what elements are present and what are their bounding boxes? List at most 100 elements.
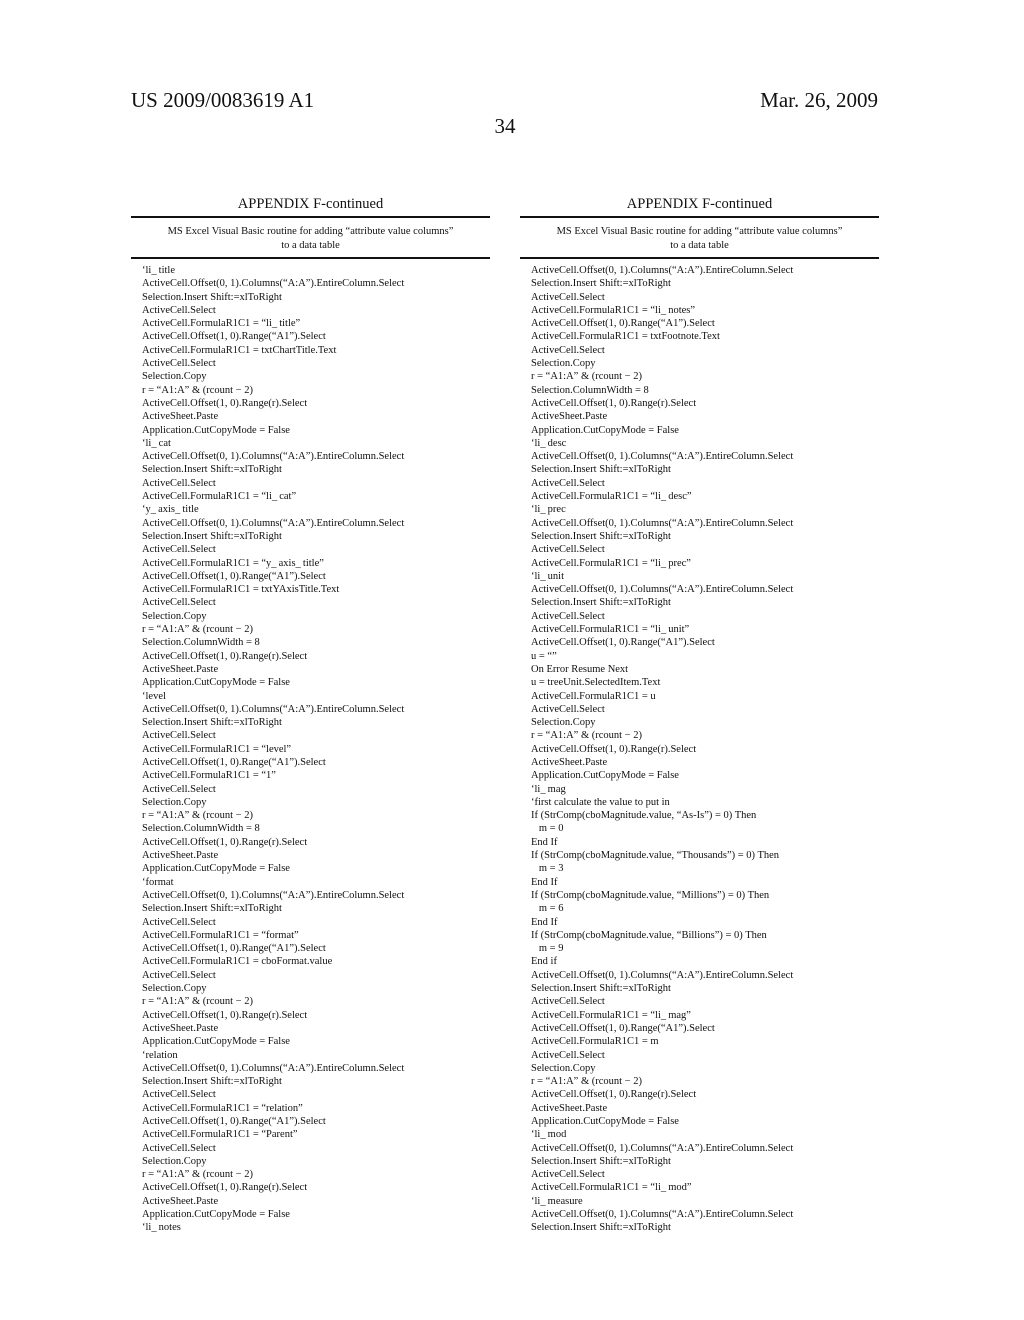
code-line: ‘li_ prec: [531, 504, 566, 516]
code-line: End if: [531, 956, 557, 968]
code-line: Application.CutCopyMode = False: [142, 863, 290, 875]
code-line: ActiveCell.Offset(1, 0).Range(r).Select: [142, 1182, 308, 1194]
code-line: Selection.Copy: [531, 358, 596, 370]
code-line: ActiveCell.FormulaR1C1 = “1”: [142, 770, 276, 782]
code-line: ‘li_ unit: [531, 570, 565, 582]
code-line: ActiveCell.Offset(0, 1).Columns(“A:A”).E…: [142, 703, 405, 715]
code-line: Selection.Insert Shift:=xlToRight: [142, 530, 282, 542]
code-line: ActiveCell.Offset(1, 0).Range(r).Select: [531, 743, 697, 755]
table-caption-line: to a data table: [670, 240, 729, 251]
code-line: ActiveCell.FormulaR1C1 = “li_ unit”: [531, 624, 690, 636]
code-line: ActiveCell.FormulaR1C1 = “format”: [142, 929, 299, 941]
code-line: r = “A1:A” & (rcount − 2): [142, 1169, 253, 1181]
code-line: Selection.Insert Shift:=xlToRight: [531, 597, 671, 609]
code-line: ActiveSheet.Paste: [142, 663, 219, 675]
code-line: m = 6: [531, 903, 564, 915]
code-line: Selection.ColumnWidth = 8: [142, 637, 260, 649]
code-line: ActiveCell.Select: [531, 477, 605, 489]
code-line: Selection.Insert Shift:=xlToRight: [531, 1155, 671, 1167]
code-line: ActiveCell.Select: [531, 1169, 605, 1181]
code-line: Selection.Insert Shift:=xlToRight: [142, 1076, 282, 1088]
appendix-title: APPENDIX F-continued: [626, 196, 773, 212]
code-line: ActiveCell.Offset(1, 0).Range(r).Select: [531, 397, 697, 409]
code-line: ActiveCell.Offset(0, 1).Columns(“A:A”).E…: [142, 278, 405, 290]
code-line: ‘li_ desc: [531, 437, 567, 449]
code-line: ActiveSheet.Paste: [142, 1022, 219, 1034]
code-line: ActiveCell.FormulaR1C1 = “li_ title”: [142, 318, 301, 330]
code-line: r = “A1:A” & (rcount − 2): [531, 1076, 642, 1088]
code-line: ActiveCell.Offset(0, 1).Columns(“A:A”).E…: [142, 889, 405, 901]
code-line: ActiveCell.Select: [142, 597, 216, 609]
code-line: ActiveCell.Select: [531, 544, 605, 556]
publication-date: Mar. 26, 2009: [760, 88, 878, 112]
code-line: ‘relation: [142, 1049, 178, 1061]
code-line: Selection.Copy: [142, 983, 207, 995]
code-line: ActiveCell.Offset(0, 1).Columns(“A:A”).E…: [531, 451, 794, 463]
code-line: ActiveCell.Offset(1, 0).Range(“A1”).Sele…: [531, 637, 715, 649]
code-line: ActiveCell.Offset(0, 1).Columns(“A:A”).E…: [531, 1142, 794, 1154]
code-line: End If: [531, 836, 558, 848]
code-line: ActiveCell.Offset(0, 1).Columns(“A:A”).E…: [531, 517, 794, 529]
code-line: ActiveCell.FormulaR1C1 = “li_ mod”: [531, 1182, 692, 1194]
code-line: Selection.Copy: [142, 610, 207, 622]
code-line: ‘level: [142, 690, 166, 702]
code-line: If (StrComp(cboMagnitude.value, “Thousan…: [531, 850, 780, 862]
code-line: Selection.Copy: [531, 717, 596, 729]
code-line: Selection.Copy: [142, 796, 207, 808]
code-line: ActiveCell.Select: [531, 1049, 605, 1061]
code-line: ActiveCell.FormulaR1C1 = “y_ axis_ title…: [142, 557, 324, 569]
code-line: Application.CutCopyMode = False: [142, 424, 290, 436]
code-listing: ActiveCell.Offset(0, 1).Columns(“A:A”).E…: [520, 259, 879, 1235]
code-line: ActiveSheet.Paste: [142, 1195, 219, 1207]
code-line: ‘li_ title: [142, 265, 176, 276]
code-line: If (StrComp(cboMagnitude.value, “Billion…: [531, 929, 767, 941]
code-line: ‘y_ axis_ title: [142, 504, 199, 516]
code-line: ActiveCell.Offset(1, 0).Range(“A1”).Sele…: [531, 1022, 715, 1034]
code-line: ActiveCell.Offset(0, 1).Columns(“A:A”).E…: [531, 584, 794, 596]
code-line: Selection.Copy: [142, 371, 207, 383]
code-line: Selection.Copy: [531, 1062, 596, 1074]
code-line: ActiveCell.Select: [142, 1142, 216, 1154]
code-line: ActiveCell.Select: [142, 730, 216, 742]
code-line: ‘format: [142, 876, 174, 888]
table-caption-line: MS Excel Visual Basic routine for adding…: [167, 226, 454, 237]
code-line: ‘first calculate the value to put in: [531, 796, 670, 808]
code-line: r = “A1:A” & (rcount − 2): [142, 624, 253, 636]
code-line: Application.CutCopyMode = False: [531, 1116, 679, 1127]
patent-number: US 2009/0083619 A1: [131, 88, 315, 112]
code-line: ActiveCell.Offset(1, 0).Range(“A1”).Sele…: [142, 756, 326, 768]
code-line: ActiveCell.Select: [531, 996, 605, 1008]
code-line: ActiveCell.Offset(0, 1).Columns(“A:A”).E…: [531, 969, 794, 981]
table-caption: MS Excel Visual Basic routine for adding…: [520, 218, 879, 257]
code-line: Selection.Insert Shift:=xlToRight: [142, 717, 282, 729]
code-line: ActiveCell.Select: [142, 544, 216, 556]
code-line: If (StrComp(cboMagnitude.value, “As-Is”)…: [531, 810, 757, 822]
code-line: ActiveCell.Offset(1, 0).Range(r).Select: [142, 1009, 308, 1021]
code-line: ActiveCell.FormulaR1C1 = txtFootnote.Tex…: [531, 331, 720, 343]
code-listing: ‘li_ title ActiveCell.Offset(0, 1).Column…: [131, 259, 490, 1235]
code-line: On Error Resume Next: [531, 663, 629, 675]
table-caption-line: to a data table: [281, 240, 340, 251]
code-line: u = treeUnit.SelectedItem.Text: [531, 677, 661, 689]
code-line: ActiveCell.FormulaR1C1 = m: [531, 1036, 659, 1048]
code-line: Application.CutCopyMode = False: [142, 1209, 290, 1221]
code-line: ActiveCell.Select: [142, 304, 216, 316]
code-line: End If: [531, 916, 558, 928]
code-line: Selection.Insert Shift:=xlToRight: [531, 530, 671, 542]
code-line: ActiveCell.Select: [142, 358, 216, 370]
code-line: Selection.ColumnWidth = 8: [142, 823, 260, 835]
code-line: ActiveCell.FormulaR1C1 = “li_ desc”: [531, 491, 692, 503]
code-line: ActiveCell.Offset(0, 1).Columns(“A:A”).E…: [531, 265, 794, 276]
code-line: r = “A1:A” & (rcount − 2): [142, 996, 253, 1008]
code-line: Selection.Insert Shift:=xlToRight: [531, 983, 671, 995]
code-line: u = “”: [531, 650, 557, 662]
code-line: ActiveCell.Offset(1, 0).Range(“A1”).Sele…: [142, 570, 326, 582]
code-line: ActiveSheet.Paste: [142, 850, 219, 862]
code-line: ActiveCell.FormulaR1C1 = “Parent”: [142, 1129, 298, 1141]
code-line: Selection.Copy: [142, 1155, 207, 1167]
table-caption-line: MS Excel Visual Basic routine for adding…: [556, 226, 843, 237]
code-line: ActiveCell.FormulaR1C1 = “li_ cat”: [142, 491, 297, 503]
code-line: ActiveCell.FormulaR1C1 = “li_ mag”: [531, 1009, 691, 1021]
code-line: ActiveCell.FormulaR1C1 = “li_ prec”: [531, 557, 691, 569]
code-line: Selection.Insert Shift:=xlToRight: [531, 464, 671, 476]
